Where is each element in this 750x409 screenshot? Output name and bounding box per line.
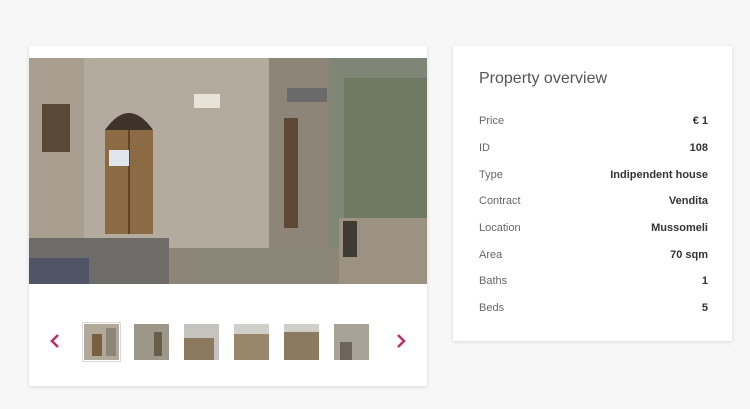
property-overview-card: Property overview Price € 1 ID 108 Type … xyxy=(453,46,732,341)
row-value: 70 sqm xyxy=(670,248,708,261)
overview-row-location: Location Mussomeli xyxy=(479,215,708,242)
overview-row-area: Area 70 sqm xyxy=(479,241,708,268)
row-value: Vendita xyxy=(668,195,708,208)
thumbnail-image xyxy=(334,324,369,360)
thumbnail-6[interactable] xyxy=(334,324,369,360)
thumbnail-image xyxy=(184,324,219,360)
thumbnail-1[interactable] xyxy=(82,322,121,362)
stone-house-photo xyxy=(29,58,427,284)
overview-row-baths: Baths 1 xyxy=(479,268,708,295)
row-value: Indipendent house xyxy=(610,168,708,181)
overview-row-contract: Contract Vendita xyxy=(479,188,708,215)
chevron-left-icon xyxy=(50,334,59,348)
row-label: Beds xyxy=(479,302,505,315)
row-value: Mussomeli xyxy=(651,222,708,235)
overview-row-type: Type Indipendent house xyxy=(479,161,708,188)
thumbnail-5[interactable] xyxy=(284,324,319,360)
row-value: 1 xyxy=(701,275,708,288)
overview-row-beds: Beds 5 xyxy=(479,295,708,322)
overview-title: Property overview xyxy=(479,70,608,87)
prev-photo-button[interactable] xyxy=(47,330,63,352)
row-label: Type xyxy=(479,168,503,181)
thumbnail-2[interactable] xyxy=(134,324,169,360)
thumbnail-4[interactable] xyxy=(234,324,269,360)
thumbnail-image xyxy=(84,324,119,360)
overview-row-price: Price € 1 xyxy=(479,108,708,135)
gallery-card xyxy=(29,46,427,386)
thumbnail-strip xyxy=(82,322,369,362)
next-photo-button[interactable] xyxy=(393,330,409,352)
overview-row-id: ID 108 xyxy=(479,135,708,162)
row-value: 108 xyxy=(689,142,708,155)
thumbnail-image xyxy=(134,324,169,360)
chevron-right-icon xyxy=(397,334,406,348)
row-label: Price xyxy=(479,115,505,128)
row-label: Baths xyxy=(479,275,508,288)
thumbnail-image xyxy=(234,324,269,360)
thumbnail-image xyxy=(284,324,319,360)
row-value: € 1 xyxy=(692,115,708,128)
row-value: 5 xyxy=(701,302,708,315)
main-property-photo xyxy=(29,58,427,284)
row-label: Area xyxy=(479,248,503,261)
thumbnail-3[interactable] xyxy=(184,324,219,360)
row-label: ID xyxy=(479,142,490,155)
row-label: Location xyxy=(479,222,521,235)
row-label: Contract xyxy=(479,195,521,208)
overview-list: Price € 1 ID 108 Type Indipendent house … xyxy=(479,108,708,322)
